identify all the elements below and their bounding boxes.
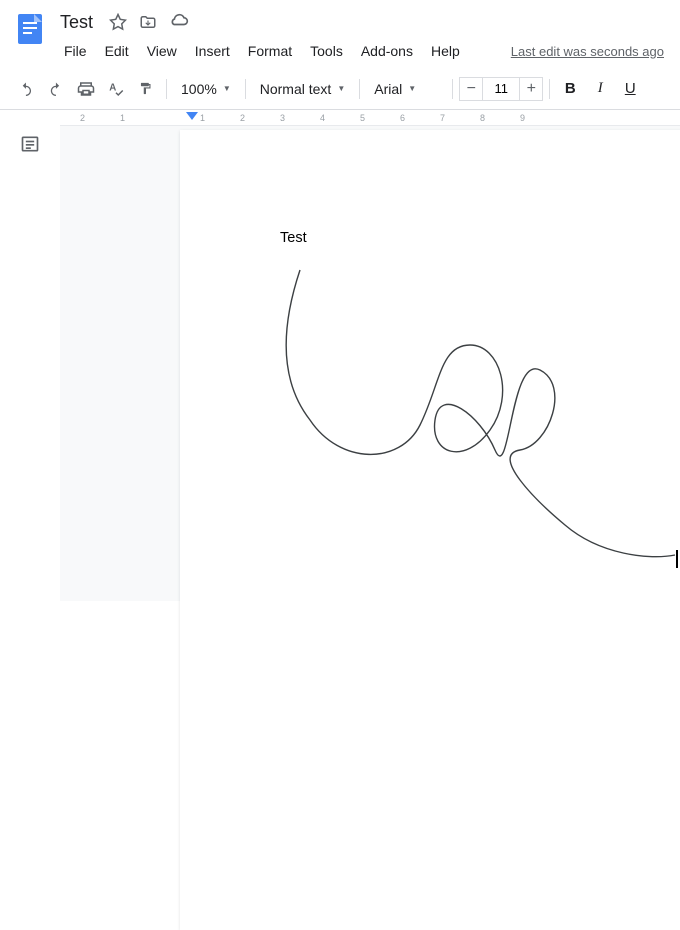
ruler-tick: 1 [200, 113, 205, 123]
toolbar-separator [166, 79, 167, 99]
star-icon[interactable] [109, 13, 127, 31]
workspace: 2 1 1 2 3 4 5 6 7 8 9 Test [0, 110, 680, 601]
document-text[interactable]: Test [280, 230, 640, 246]
toolbar-separator [549, 79, 550, 99]
menu-format[interactable]: Format [240, 39, 300, 63]
spellcheck-button[interactable]: A [102, 75, 130, 103]
print-button[interactable] [72, 75, 100, 103]
ruler-tick: 5 [360, 113, 365, 123]
chevron-down-icon: ▼ [337, 84, 345, 93]
italic-button[interactable]: I [586, 75, 614, 103]
menu-view[interactable]: View [139, 39, 185, 63]
font-family-value: Arial [374, 81, 402, 97]
paint-format-button[interactable] [132, 75, 160, 103]
svg-text:A: A [109, 82, 116, 93]
ruler-tick: 9 [520, 113, 525, 123]
toolbar-separator [359, 79, 360, 99]
font-family-dropdown[interactable]: Arial ▼ [366, 77, 446, 101]
menu-insert[interactable]: Insert [187, 39, 238, 63]
cloud-status-icon[interactable] [169, 12, 189, 32]
ruler-tick: 7 [440, 113, 445, 123]
ruler-tick: 3 [280, 113, 285, 123]
ruler-tick: 2 [240, 113, 245, 123]
document-title[interactable]: Test [56, 10, 97, 35]
ruler-tick: 8 [480, 113, 485, 123]
menu-addons[interactable]: Add-ons [353, 39, 421, 63]
undo-button[interactable] [12, 75, 40, 103]
toolbar-separator [245, 79, 246, 99]
ruler-tick: 6 [400, 113, 405, 123]
last-edit-link[interactable]: Last edit was seconds ago [511, 44, 668, 59]
title-row: Test [56, 8, 668, 36]
font-size-decrease-button[interactable]: − [459, 77, 483, 101]
underline-button[interactable]: U [616, 75, 644, 103]
horizontal-ruler[interactable]: 2 1 1 2 3 4 5 6 7 8 9 [60, 110, 680, 126]
paragraph-style-value: Normal text [260, 81, 332, 97]
font-size-increase-button[interactable]: + [519, 77, 543, 101]
left-sidebar [0, 110, 60, 601]
ruler-tick: 2 [80, 113, 85, 123]
header-main: Test File Edit View Insert Format Tools … [56, 8, 668, 66]
drawing-scribble [280, 265, 680, 585]
zoom-value: 100% [181, 81, 217, 97]
font-size-group: − + [459, 77, 543, 101]
menu-help[interactable]: Help [423, 39, 468, 63]
menu-tools[interactable]: Tools [302, 39, 351, 63]
paragraph-style-dropdown[interactable]: Normal text ▼ [252, 77, 354, 101]
font-size-input[interactable] [483, 77, 519, 101]
outline-toggle-button[interactable] [16, 130, 44, 158]
redo-button[interactable] [42, 75, 70, 103]
toolbar-separator [452, 79, 453, 99]
bold-button[interactable]: B [556, 75, 584, 103]
header: Test File Edit View Insert Format Tools … [0, 0, 680, 66]
menubar: File Edit View Insert Format Tools Add-o… [56, 36, 668, 66]
docs-logo-icon[interactable] [12, 10, 48, 49]
indent-marker-icon[interactable] [186, 112, 198, 126]
toolbar: A 100% ▼ Normal text ▼ Arial ▼ − + B I U [0, 68, 680, 110]
page-content: Test [180, 130, 680, 246]
chevron-down-icon: ▼ [223, 84, 231, 93]
menu-file[interactable]: File [56, 39, 95, 63]
move-folder-icon[interactable] [139, 13, 157, 31]
zoom-dropdown[interactable]: 100% ▼ [173, 77, 239, 101]
text-cursor [676, 550, 678, 568]
ruler-tick: 4 [320, 113, 325, 123]
menu-edit[interactable]: Edit [97, 39, 137, 63]
document-page[interactable]: Test [180, 130, 680, 930]
ruler-tick: 1 [120, 113, 125, 123]
canvas-area: 2 1 1 2 3 4 5 6 7 8 9 Test [60, 110, 680, 601]
chevron-down-icon: ▼ [408, 84, 416, 93]
